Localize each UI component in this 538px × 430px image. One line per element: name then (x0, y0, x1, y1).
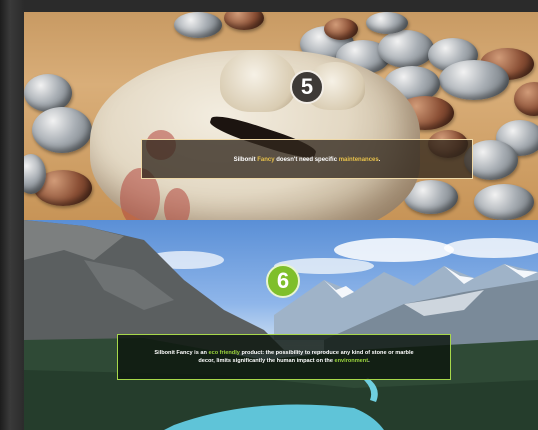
caption-line-1: Silbonit Fancy is an eco friendly produc… (154, 350, 414, 356)
mountain-lake-image (24, 220, 538, 430)
coins-piggy-bank-image (24, 12, 538, 220)
piggy-bank (90, 50, 420, 220)
slide-number-badge: 6 (266, 264, 300, 298)
piggy-ear-icon (220, 50, 296, 112)
slide-number-badge: 5 (290, 70, 324, 104)
caption-highlight: environment (334, 357, 369, 364)
caption-highlight: Fancy (257, 157, 275, 163)
slide-5-panel: 5 Silbonit Fancy doesn't need specific m… (24, 12, 538, 220)
caption-highlight: eco friendly (208, 350, 240, 356)
slideshow-frame: 5 Silbonit Fancy doesn't need specific m… (0, 0, 538, 430)
caption-line-2: decor, limits significantly the human im… (198, 357, 370, 364)
caption-highlight: maintenances (338, 157, 379, 163)
slide-6-panel: 6 Silbonit Fancy is an eco friendly prod… (24, 220, 538, 430)
slide-5-caption: Silbonit Fancy doesn't need specific mai… (141, 139, 473, 179)
slide-6-caption: Silbonit Fancy is an eco friendly produc… (117, 334, 451, 380)
